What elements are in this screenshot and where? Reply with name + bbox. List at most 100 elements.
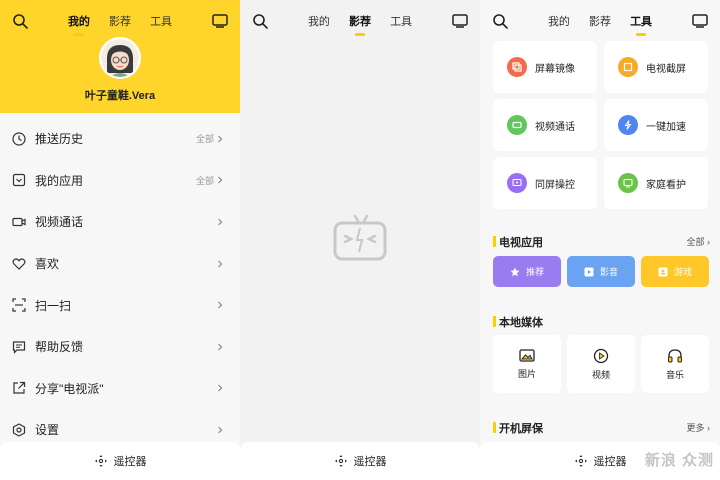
game-icon xyxy=(658,267,668,276)
tool-tv-screenshot[interactable]: 电视截屏 xyxy=(604,41,708,93)
top-bar: 我的 影荐 工具 xyxy=(240,0,480,40)
panel-tools: 我的 影荐 工具 屏幕镜像 电视截屏 视频通话 一键加速 同屏操控 家庭看护 电… xyxy=(480,0,720,480)
menu-item-my-apps[interactable]: 我的应用 全部 xyxy=(0,160,240,202)
app-recommend-button[interactable]: 推荐 xyxy=(493,256,561,287)
menu-item-label: 分享"电视派" xyxy=(35,381,104,396)
chevron-right-icon xyxy=(218,218,223,226)
chevron-right-icon xyxy=(218,343,223,351)
tab-mine[interactable]: 我的 xyxy=(548,13,570,29)
remote-label: 遥控器 xyxy=(113,456,147,468)
remote-dpad-icon xyxy=(334,455,347,467)
menu-item-extra: 全部 xyxy=(195,134,214,145)
chevron-right-icon xyxy=(218,301,223,309)
menu-item-share[interactable]: 分享"电视派" xyxy=(0,368,240,410)
chevron-right-icon xyxy=(218,176,223,184)
media-music[interactable]: 音乐 xyxy=(641,335,709,393)
tab-bar: 我的 影荐 工具 xyxy=(0,13,240,36)
app-games-button[interactable]: 游戏 xyxy=(641,256,709,287)
media-photos[interactable]: 图片 xyxy=(493,335,561,393)
tool-screen-mirror[interactable]: 屏幕镜像 xyxy=(493,41,597,93)
menu-item-feedback[interactable]: 帮助反馈 xyxy=(0,326,240,368)
tv-apps-more-link[interactable]: 全部 › xyxy=(686,235,710,248)
apps-icon xyxy=(12,174,26,187)
chevron-right-icon xyxy=(218,426,223,434)
menu-item-likes[interactable]: 喜欢 xyxy=(0,243,240,285)
scan-icon xyxy=(12,298,26,312)
home-care-icon xyxy=(618,173,638,193)
tab-bar: 我的 影荐 工具 xyxy=(480,13,720,36)
tool-home-care[interactable]: 家庭看护 xyxy=(604,157,708,209)
tool-speed-up[interactable]: 一键加速 xyxy=(604,99,708,151)
video-icon xyxy=(12,217,26,227)
tool-label: 视频通话 xyxy=(535,121,575,133)
menu-item-label: 喜欢 xyxy=(35,257,60,272)
chevron-right-icon xyxy=(218,135,223,143)
tool-label: 电视截屏 xyxy=(646,63,686,75)
play-circle-icon xyxy=(593,348,609,363)
screenshot-icon xyxy=(618,57,638,77)
app-label: 推荐 xyxy=(525,267,544,277)
tool-label: 一键加速 xyxy=(646,121,686,133)
tv-icon[interactable] xyxy=(212,14,228,28)
image-icon xyxy=(519,348,535,362)
tool-label: 家庭看护 xyxy=(646,179,686,191)
top-bar: 我的 影荐 工具 xyxy=(480,0,720,40)
menu-item-label: 视频通话 xyxy=(35,215,84,230)
clock-icon xyxy=(12,132,26,146)
tab-recommend[interactable]: 影荐 xyxy=(349,13,371,36)
tab-bar: 我的 影荐 工具 xyxy=(240,13,480,36)
menu-item-push-history[interactable]: 推送历史 全部 xyxy=(0,118,240,160)
media-label: 视频 xyxy=(591,369,610,380)
chevron-right-icon xyxy=(218,260,223,268)
remote-label: 遥控器 xyxy=(353,456,387,468)
settings-icon xyxy=(12,423,26,437)
screensaver-more-link[interactable]: 更多 › xyxy=(686,421,710,434)
tab-recommend[interactable]: 影荐 xyxy=(109,13,131,29)
more-label: 全部 xyxy=(686,237,705,247)
remote-control-button[interactable]: 遥控器 xyxy=(240,442,480,480)
tool-video-call[interactable]: 视频通话 xyxy=(493,99,597,151)
menu-item-label: 扫一扫 xyxy=(35,298,72,313)
tab-mine[interactable]: 我的 xyxy=(68,13,90,36)
play-icon xyxy=(584,267,594,276)
share-icon xyxy=(13,382,26,394)
avatar[interactable] xyxy=(99,37,141,79)
screen-control-icon xyxy=(507,173,527,193)
tv-icon[interactable] xyxy=(452,14,468,28)
panel-mine: 我的 影荐 工具 叶子童鞋.Vera 推送历史 全部 我的应用 全部 视频通话 xyxy=(0,0,240,480)
chevron-right-icon xyxy=(218,384,223,392)
section-title-screensaver: 开机屏保 xyxy=(493,420,543,436)
tab-tools[interactable]: 工具 xyxy=(390,13,412,29)
tool-screen-control[interactable]: 同屏操控 xyxy=(493,157,597,209)
more-label: 更多 xyxy=(686,423,705,433)
remote-control-button[interactable]: 遥控器 xyxy=(0,442,240,480)
headphones-icon xyxy=(668,348,682,362)
media-videos[interactable]: 视频 xyxy=(567,335,635,393)
user-name: 叶子童鞋.Vera xyxy=(84,90,156,102)
tab-tools[interactable]: 工具 xyxy=(150,13,172,29)
star-icon xyxy=(510,267,520,276)
watermark: 新浪 众测 xyxy=(644,452,714,469)
menu-item-scan[interactable]: 扫一扫 xyxy=(0,284,240,326)
app-label: 游戏 xyxy=(673,267,692,277)
tool-label: 屏幕镜像 xyxy=(535,63,575,75)
tab-recommend[interactable]: 影荐 xyxy=(589,13,611,29)
video-call-icon xyxy=(507,115,527,135)
tv-icon[interactable] xyxy=(692,14,708,28)
remote-dpad-icon xyxy=(574,455,587,467)
top-bar: 我的 影荐 工具 xyxy=(0,0,240,40)
menu-item-label: 帮助反馈 xyxy=(35,340,84,355)
menu-item-video-call[interactable]: 视频通话 xyxy=(0,201,240,243)
lightning-icon xyxy=(618,115,638,135)
menu-item-label: 我的应用 xyxy=(35,173,84,188)
app-media-button[interactable]: 影音 xyxy=(567,256,635,287)
remote-dpad-icon xyxy=(94,455,107,467)
tab-mine[interactable]: 我的 xyxy=(308,13,330,29)
menu-item-label: 设置 xyxy=(35,423,60,438)
feedback-icon xyxy=(12,341,26,354)
menu-item-label: 推送历史 xyxy=(35,132,84,147)
tab-tools[interactable]: 工具 xyxy=(630,13,652,36)
empty-state-tv-icon xyxy=(333,214,387,261)
menu-list: 推送历史 全部 我的应用 全部 视频通话 喜欢 扫一扫 帮助反馈 分享"电视派"… xyxy=(0,118,240,451)
heart-icon xyxy=(12,257,26,270)
